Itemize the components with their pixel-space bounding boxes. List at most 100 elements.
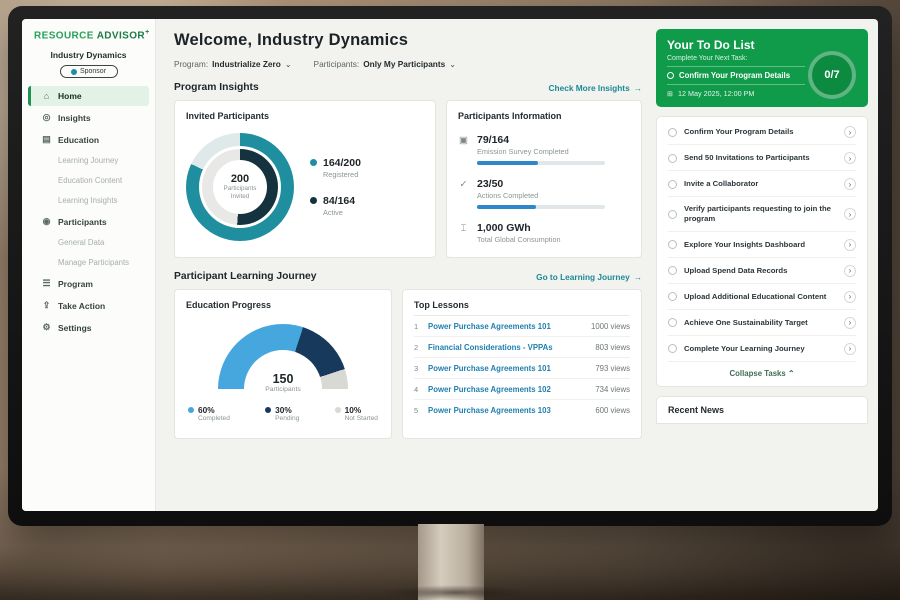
filter-bar: Program: Industrialize Zero ⌄ Participan… bbox=[174, 59, 642, 69]
go-to-learning-journey-label: Go to Learning Journey bbox=[536, 272, 630, 282]
donut-gap: 200 Participants Invited bbox=[199, 146, 281, 228]
sidebar-item-label: Education bbox=[58, 135, 99, 145]
progress-track bbox=[477, 205, 605, 209]
participants-filter[interactable]: Participants: Only My Participants ⌄ bbox=[314, 59, 456, 69]
sidebar-item-take-action[interactable]: ⇪Take Action bbox=[28, 295, 149, 316]
stat-value: 79/164 bbox=[477, 134, 605, 146]
lesson-rank: 5 bbox=[414, 406, 428, 415]
program-filter[interactable]: Program: Industrialize Zero ⌄ bbox=[174, 59, 292, 69]
sidebar-item-insights[interactable]: ◎Insights bbox=[28, 107, 149, 128]
task-checkbox[interactable] bbox=[668, 180, 677, 189]
sidebar-item-learning-journey[interactable]: Learning Journey bbox=[28, 151, 149, 170]
sidebar-item-label: Learning Insights bbox=[58, 196, 117, 205]
collapse-tasks-label: Collapse Tasks bbox=[730, 369, 786, 378]
progress-fill bbox=[477, 205, 536, 209]
go-to-learning-journey-link[interactable]: Go to Learning Journey → bbox=[536, 272, 642, 282]
todo-next-task[interactable]: Confirm Your Program Details bbox=[667, 66, 805, 85]
lesson-row: 5Power Purchase Agreements 103600 views bbox=[414, 400, 630, 420]
task-checkbox[interactable] bbox=[668, 292, 677, 301]
task-checkbox[interactable] bbox=[668, 318, 677, 327]
completed-label: Completed bbox=[198, 415, 230, 422]
learning-cards-row: Education Progress 150 Participants bbox=[174, 289, 642, 439]
sidebar-item-settings[interactable]: ⚙Settings bbox=[28, 317, 149, 338]
task-row-verify-participants-requesting-to-join-the-program[interactable]: Verify participants requesting to join t… bbox=[668, 197, 856, 232]
lesson-title-link[interactable]: Power Purchase Agreements 102 bbox=[428, 385, 595, 394]
task-row-explore-your-insights-dashboard[interactable]: Explore Your Insights Dashboard› bbox=[668, 232, 856, 258]
lesson-title-link[interactable]: Power Purchase Agreements 101 bbox=[428, 364, 595, 373]
task-label: Verify participants requesting to join t… bbox=[684, 204, 837, 225]
sidebar-item-education[interactable]: ▤Education bbox=[28, 129, 149, 150]
sponsor-badge: Sponsor bbox=[60, 65, 118, 78]
photo-background: RESOURCE ADVISOR+ Industry Dynamics Spon… bbox=[0, 0, 900, 600]
chevron-right-icon: › bbox=[844, 239, 856, 251]
education-gauge-chart: 150 Participants bbox=[218, 324, 348, 389]
sidebar-item-general-data[interactable]: General Data bbox=[28, 233, 149, 252]
invited-donut-inner-ring: 200 Participants Invited bbox=[202, 149, 278, 225]
participants-filter-value: Only My Participants bbox=[363, 59, 445, 69]
chevron-down-icon: ⌄ bbox=[285, 60, 292, 69]
task-row-confirm-your-program-details[interactable]: Confirm Your Program Details› bbox=[668, 119, 856, 145]
lesson-rank: 3 bbox=[414, 364, 428, 373]
sidebar-item-participants[interactable]: ◉Participants bbox=[28, 211, 149, 232]
invited-legend: 164/200 Registered 84/164 Active bbox=[310, 157, 361, 217]
sidebar-item-program[interactable]: ☰Program bbox=[28, 273, 149, 294]
task-row-complete-your-learning-journey[interactable]: Complete Your Learning Journey› bbox=[668, 336, 856, 362]
donut-center-value: 200 bbox=[231, 173, 249, 185]
task-checkbox[interactable] bbox=[668, 128, 677, 137]
task-checkbox[interactable] bbox=[668, 240, 677, 249]
sidebar-item-label: General Data bbox=[58, 238, 104, 247]
task-row-send-50-invitations-to-participants[interactable]: Send 50 Invitations to Participants› bbox=[668, 145, 856, 171]
legend-item-completed: 60% Completed bbox=[188, 405, 230, 422]
app-logo: RESOURCE ADVISOR+ bbox=[22, 29, 155, 41]
check-more-insights-link[interactable]: Check More Insights → bbox=[549, 83, 642, 93]
take-action-icon: ⇪ bbox=[41, 300, 52, 311]
stat-global-consumption: ⌶ 1,000 GWh Total Global Consumption bbox=[458, 222, 630, 244]
sidebar-item-home[interactable]: ⌂Home bbox=[28, 86, 149, 106]
task-label: Complete Your Learning Journey bbox=[684, 344, 837, 354]
collapse-tasks-link[interactable]: Collapse Tasks ⌃ bbox=[668, 362, 856, 382]
invited-participants-card: Invited Participants 200 Participants In… bbox=[174, 100, 436, 258]
gauge-center-label: Participants bbox=[218, 386, 348, 393]
recent-news-card: Recent News bbox=[656, 396, 868, 424]
sidebar-item-manage-participants[interactable]: Manage Participants bbox=[28, 253, 149, 272]
task-checkbox[interactable] bbox=[668, 344, 677, 353]
sidebar-item-education-content[interactable]: Education Content bbox=[28, 171, 149, 190]
chevron-down-icon: ⌄ bbox=[449, 60, 456, 69]
sidebar-item-label: Settings bbox=[58, 323, 92, 333]
sponsor-badge-label: Sponsor bbox=[80, 68, 106, 75]
task-checkbox[interactable] bbox=[668, 266, 677, 275]
gauge-center: 150 Participants bbox=[218, 372, 348, 393]
task-label: Upload Additional Educational Content bbox=[684, 292, 837, 302]
todo-progress-value: 0/7 bbox=[824, 69, 839, 81]
task-row-upload-spend-data-records[interactable]: Upload Spend Data Records› bbox=[668, 258, 856, 284]
task-checkbox[interactable] bbox=[668, 154, 677, 163]
monitor-stand-shadow bbox=[380, 585, 530, 600]
lesson-title-link[interactable]: Power Purchase Agreements 103 bbox=[428, 406, 595, 415]
completed-pct: 60% bbox=[198, 405, 230, 415]
task-row-invite-a-collaborator[interactable]: Invite a Collaborator› bbox=[668, 171, 856, 197]
sidebar-item-label: Education Content bbox=[58, 176, 122, 185]
stat-value: 1,000 GWh bbox=[477, 222, 561, 234]
task-row-achieve-one-sustainability-target[interactable]: Achieve One Sustainability Target› bbox=[668, 310, 856, 336]
legend-item-pending: 30% Pending bbox=[265, 405, 299, 422]
sidebar: RESOURCE ADVISOR+ Industry Dynamics Spon… bbox=[22, 19, 156, 511]
page-title: Welcome, Industry Dynamics bbox=[174, 31, 642, 50]
sidebar-item-label: Home bbox=[58, 91, 82, 101]
lesson-views: 734 views bbox=[595, 385, 630, 394]
task-label: Achieve One Sustainability Target bbox=[684, 318, 837, 328]
participants-information-card: Participants Information ▣ 79/164 Emissi… bbox=[446, 100, 642, 258]
task-row-upload-additional-educational-content[interactable]: Upload Additional Educational Content› bbox=[668, 284, 856, 310]
lesson-rank: 4 bbox=[414, 385, 428, 394]
logo-plus: + bbox=[145, 29, 150, 36]
participants-filter-label: Participants: bbox=[314, 59, 360, 69]
top-lessons-card: Top Lessons 1Power Purchase Agreements 1… bbox=[402, 289, 642, 439]
progress-track bbox=[477, 161, 605, 165]
chevron-right-icon: › bbox=[844, 208, 856, 220]
program-icon: ☰ bbox=[41, 278, 52, 289]
task-checkbox[interactable] bbox=[668, 210, 677, 219]
lesson-title-link[interactable]: Financial Considerations - VPPAs bbox=[428, 343, 595, 352]
legend-item-registered: 164/200 Registered bbox=[310, 157, 361, 179]
radio-icon bbox=[667, 72, 674, 79]
sidebar-item-learning-insights[interactable]: Learning Insights bbox=[28, 191, 149, 210]
lesson-title-link[interactable]: Power Purchase Agreements 101 bbox=[428, 322, 591, 331]
